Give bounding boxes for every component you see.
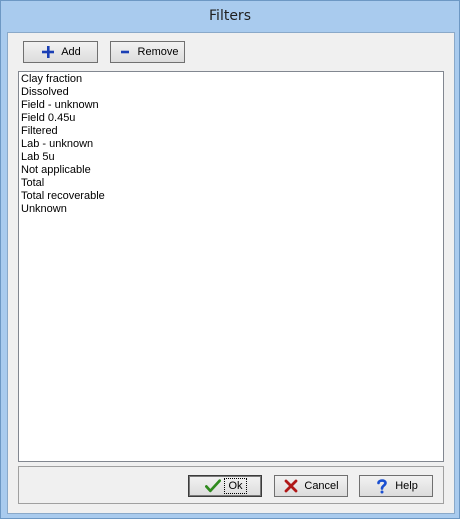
ok-button-label: Ok xyxy=(224,478,247,494)
minus-icon xyxy=(117,44,133,60)
filters-dialog: Filters Add Remove Clay fraction Dissolv… xyxy=(0,0,460,519)
list-item[interactable]: Dissolved xyxy=(20,86,443,99)
list-item[interactable]: Total recoverable xyxy=(20,190,443,203)
list-item[interactable]: Lab - unknown xyxy=(20,138,443,151)
list-item[interactable]: Filtered xyxy=(20,125,443,138)
title-bar[interactable]: Filters xyxy=(1,1,459,32)
list-item[interactable]: Clay fraction xyxy=(20,73,443,86)
x-icon xyxy=(283,478,299,494)
help-button[interactable]: Help xyxy=(359,475,433,497)
check-icon xyxy=(205,478,222,494)
add-button-label: Add xyxy=(61,46,81,58)
remove-button[interactable]: Remove xyxy=(110,41,185,63)
list-item[interactable]: Unknown xyxy=(20,203,443,216)
dialog-body: Add Remove Clay fraction Dissolved Field… xyxy=(7,32,455,514)
cancel-button[interactable]: Cancel xyxy=(274,475,348,497)
cancel-button-label: Cancel xyxy=(304,480,339,492)
remove-button-label: Remove xyxy=(137,46,179,58)
add-button[interactable]: Add xyxy=(23,41,98,63)
list-item[interactable]: Total xyxy=(20,177,443,190)
list-item[interactable]: Not applicable xyxy=(20,164,443,177)
filters-list[interactable]: Clay fraction Dissolved Field - unknown … xyxy=(18,71,444,462)
list-item[interactable]: Lab 5u xyxy=(20,151,443,164)
help-button-label: Help xyxy=(395,480,418,492)
window-title: Filters xyxy=(209,8,251,24)
plus-icon xyxy=(40,44,56,60)
list-item[interactable]: Field - unknown xyxy=(20,99,443,112)
list-item[interactable]: Field 0.45u xyxy=(20,112,443,125)
ok-button[interactable]: Ok xyxy=(188,475,262,497)
question-icon xyxy=(374,478,390,494)
